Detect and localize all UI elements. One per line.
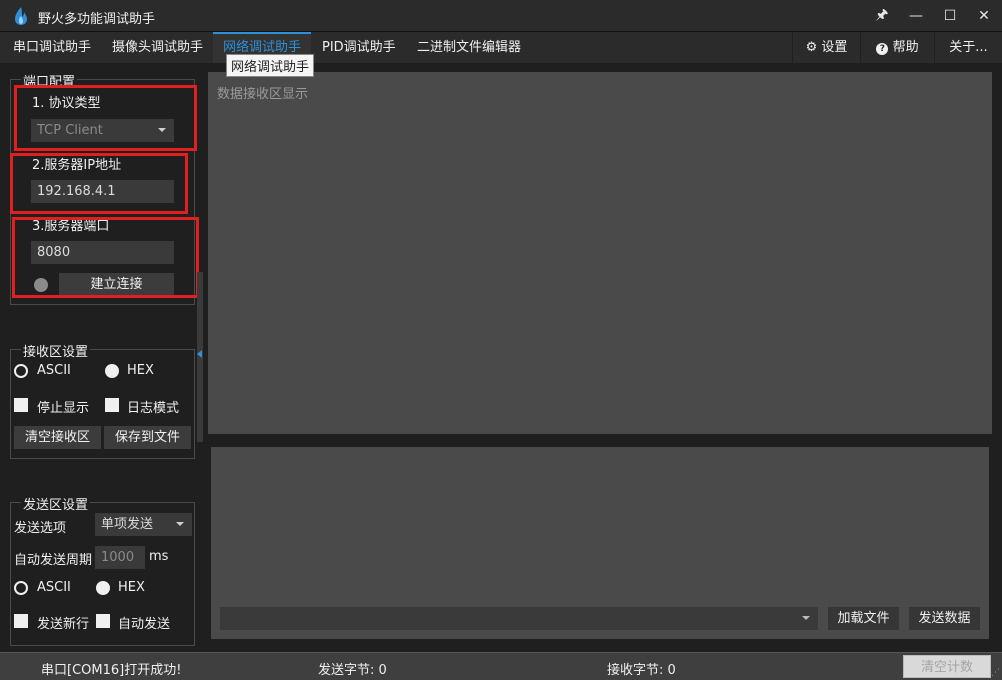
auto-period-unit: ms [149, 549, 169, 564]
app-title: 野火多功能调试助手 [38, 12, 156, 27]
recv-bytes-counter: 接收字节: 0 [607, 663, 676, 678]
recv-settings-title: 接收区设置 [21, 341, 91, 360]
chevron-down-icon [158, 128, 166, 132]
stop-display-checkbox[interactable] [14, 398, 28, 412]
resize-grip-icon[interactable]: ⋰ [991, 668, 1000, 678]
help-label: 帮助 [892, 40, 919, 55]
status-bar: 串口[COM16]打开成功! 发送字节: 0 接收字节: 0 清空计数 ⋰ [0, 652, 1002, 680]
clear-count-button[interactable]: 清空计数 [903, 655, 991, 678]
send-hex-label: HEX [118, 580, 145, 595]
server-port-label: 3.服务器端口 [32, 219, 110, 234]
gear-icon: ⚙ [805, 40, 818, 55]
recv-ascii-radio[interactable] [14, 364, 28, 378]
protocol-select[interactable]: TCP Client [31, 119, 174, 142]
title-bar: 野火多功能调试助手 🖈 — ☐ ✕ [0, 0, 1002, 32]
auto-period-label: 自动发送周期 [14, 553, 93, 568]
status-message: 串口[COM16]打开成功! [41, 663, 182, 678]
minimize-button[interactable]: — [899, 0, 933, 32]
connect-button[interactable]: 建立连接 [59, 273, 174, 296]
send-data-button[interactable]: 发送数据 [909, 607, 980, 630]
send-option-value: 单项发送 [101, 517, 154, 532]
send-input-combo[interactable] [220, 607, 818, 630]
protocol-value: TCP Client [37, 123, 103, 138]
send-newline-label: 发送新行 [37, 617, 90, 632]
recv-area[interactable]: 数据接收区显示 [208, 72, 992, 434]
send-option-label: 发送选项 [14, 521, 67, 536]
send-option-select[interactable]: 单项发送 [95, 513, 192, 536]
flame-logo-icon [15, 7, 27, 25]
send-newline-checkbox[interactable] [14, 614, 28, 628]
load-file-button[interactable]: 加载文件 [828, 607, 899, 630]
send-settings-title: 发送区设置 [21, 494, 91, 513]
send-area[interactable]: 加载文件 发送数据 [211, 447, 989, 639]
about-label: 关于... [949, 40, 988, 55]
sidebar: 端口配置 1. 协议类型 TCP Client 2.服务器IP地址 192.16… [0, 63, 204, 652]
auto-send-label: 自动发送 [118, 617, 171, 632]
port-config-title: 端口配置 [21, 71, 78, 90]
maximize-button[interactable]: ☐ [933, 0, 967, 32]
about-button[interactable]: 关于... [934, 32, 1002, 63]
tooltip: 网络调试助手 [226, 54, 315, 77]
tab-binary-editor[interactable]: 二进制文件编辑器 [407, 32, 531, 63]
send-hex-radio[interactable] [96, 581, 110, 595]
settings-button[interactable]: ⚙ 设置 [792, 32, 860, 63]
tab-bar: 串口调试助手 摄像头调试助手 网络调试助手 PID调试助手 二进制文件编辑器 ⚙… [0, 32, 1002, 63]
protocol-label: 1. 协议类型 [32, 96, 101, 111]
recv-placeholder: 数据接收区显示 [217, 87, 309, 102]
log-mode-label: 日志模式 [127, 401, 180, 416]
server-ip-label: 2.服务器IP地址 [32, 158, 122, 173]
stop-display-label: 停止显示 [37, 401, 90, 416]
log-mode-checkbox[interactable] [105, 398, 119, 412]
server-port-input[interactable]: 8080 [31, 241, 174, 264]
send-ascii-radio[interactable] [14, 581, 28, 595]
auto-period-input[interactable]: 1000 [95, 546, 145, 569]
server-ip-input[interactable]: 192.168.4.1 [31, 180, 174, 203]
pin-icon[interactable]: 🖈 [865, 0, 899, 32]
tab-camera[interactable]: 摄像头调试助手 [102, 32, 213, 63]
close-button[interactable]: ✕ [967, 0, 1001, 32]
collapse-arrow-icon[interactable] [197, 350, 202, 358]
sent-bytes-counter: 发送字节: 0 [318, 663, 387, 678]
recv-hex-label: HEX [127, 363, 154, 378]
recv-ascii-label: ASCII [37, 363, 71, 378]
help-button[interactable]: ? 帮助 [860, 32, 934, 63]
settings-label: 设置 [821, 40, 848, 55]
clear-recv-button[interactable]: 清空接收区 [14, 426, 101, 449]
auto-send-checkbox[interactable] [96, 614, 110, 628]
save-to-file-button[interactable]: 保存到文件 [104, 426, 191, 449]
question-icon: ? [876, 43, 889, 55]
tab-serial[interactable]: 串口调试助手 [3, 32, 101, 63]
chevron-down-icon [802, 616, 810, 620]
connection-status-icon [34, 278, 48, 292]
chevron-down-icon [176, 522, 184, 526]
recv-hex-radio[interactable] [105, 364, 119, 378]
tab-pid[interactable]: PID调试助手 [312, 32, 406, 63]
send-ascii-label: ASCII [37, 580, 71, 595]
